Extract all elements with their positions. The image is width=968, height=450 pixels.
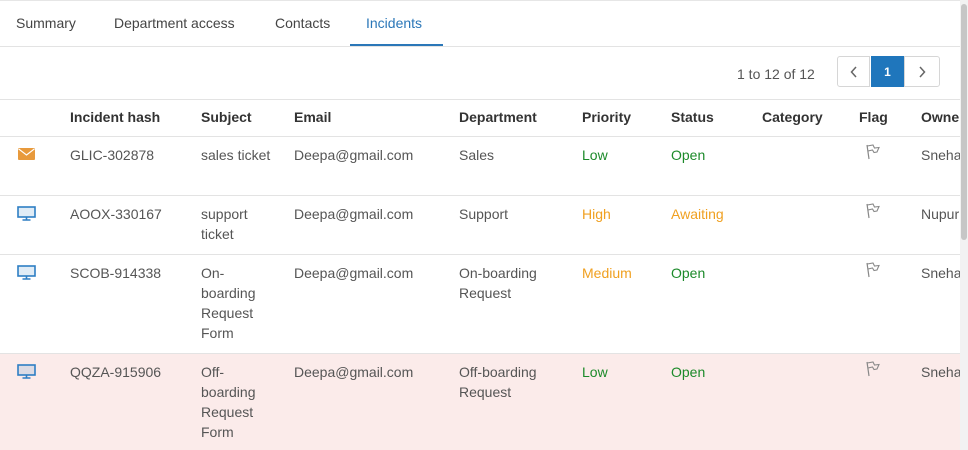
incident-priority: Medium: [582, 265, 632, 281]
incident-subject: support ticket: [201, 206, 248, 242]
table-top-divider: [0, 99, 960, 100]
chevron-right-icon: [919, 65, 926, 78]
monitor-icon: [17, 206, 36, 221]
column-header-flag[interactable]: Flag: [859, 109, 888, 125]
incident-hash[interactable]: AOOX-330167: [70, 204, 162, 224]
tab-contacts[interactable]: Contacts: [275, 1, 330, 45]
scrollbar-thumb[interactable]: [961, 4, 967, 240]
incident-status: Open: [671, 364, 706, 380]
flag-icon[interactable]: [865, 203, 881, 219]
incident-priority: Low: [582, 147, 608, 163]
incident-hash[interactable]: QQZA-915906: [70, 362, 161, 382]
active-tab-indicator: [350, 44, 443, 46]
incident-status: Open: [671, 147, 706, 163]
incident-status: Awaiting: [671, 206, 724, 222]
incident-subject: On-boarding Request Form: [201, 265, 256, 341]
incident-department: Off-boarding Request: [459, 364, 537, 400]
tab-bar: Summary Department access Contacts Incid…: [0, 1, 960, 47]
column-header-category[interactable]: Category: [762, 109, 823, 125]
column-header-department[interactable]: Department: [459, 109, 537, 125]
incident-subject: sales ticket: [201, 147, 271, 163]
table-row[interactable]: GLIC-302878 sales ticket Deepa@gmail.com…: [0, 137, 960, 195]
incident-email: Deepa@gmail.com: [294, 147, 414, 163]
table-row[interactable]: AOOX-330167 support ticket Deepa@gmail.c…: [0, 196, 960, 254]
tab-department-access[interactable]: Department access: [114, 1, 235, 45]
incident-status: Open: [671, 265, 706, 281]
incident-hash[interactable]: SCOB-914338: [70, 263, 161, 283]
incident-department: Sales: [459, 147, 495, 163]
column-header-incident-hash[interactable]: Incident hash: [70, 109, 160, 125]
table-row[interactable]: QQZA-915906 Off-boarding Request Form De…: [0, 354, 960, 450]
tab-incidents[interactable]: Incidents: [366, 1, 422, 45]
incident-email: Deepa@gmail.com: [294, 206, 414, 222]
incident-owner: Sneha: [921, 147, 960, 163]
column-header-status[interactable]: Status: [671, 109, 714, 125]
column-header-priority[interactable]: Priority: [582, 109, 631, 125]
previous-page-button[interactable]: [837, 56, 870, 87]
incidents-panel: Summary Department access Contacts Incid…: [0, 0, 960, 450]
flag-icon[interactable]: [865, 262, 881, 278]
column-header-subject[interactable]: Subject: [201, 109, 252, 125]
table-row[interactable]: SCOB-914338 On-boarding Request Form Dee…: [0, 255, 960, 353]
incident-department: On-boarding Request: [459, 265, 537, 301]
monitor-icon: [17, 364, 36, 379]
incident-hash[interactable]: GLIC-302878: [70, 145, 154, 165]
tab-summary[interactable]: Summary: [16, 1, 76, 45]
column-header-email[interactable]: Email: [294, 109, 331, 125]
incident-department: Support: [459, 206, 509, 222]
incident-email: Deepa@gmail.com: [294, 265, 414, 281]
flag-icon[interactable]: [865, 361, 881, 377]
incident-owner: Sneha: [921, 364, 960, 380]
pagination-range: 1 to 12 of 12: [737, 66, 815, 82]
incident-owner: Sneha: [921, 265, 960, 281]
flag-icon[interactable]: [865, 144, 881, 160]
incident-owner: Nupur: [921, 206, 960, 222]
monitor-icon: [17, 265, 36, 280]
incident-priority: Low: [582, 364, 608, 380]
incident-email: Deepa@gmail.com: [294, 364, 414, 380]
incident-priority: High: [582, 206, 611, 222]
incident-subject: Off-boarding Request Form: [201, 364, 256, 440]
envelope-icon: [18, 148, 35, 160]
chevron-left-icon: [849, 65, 857, 78]
next-page-button[interactable]: [904, 56, 940, 87]
page-1-button[interactable]: 1: [871, 56, 904, 87]
column-header-owner[interactable]: Owner: [921, 109, 960, 125]
